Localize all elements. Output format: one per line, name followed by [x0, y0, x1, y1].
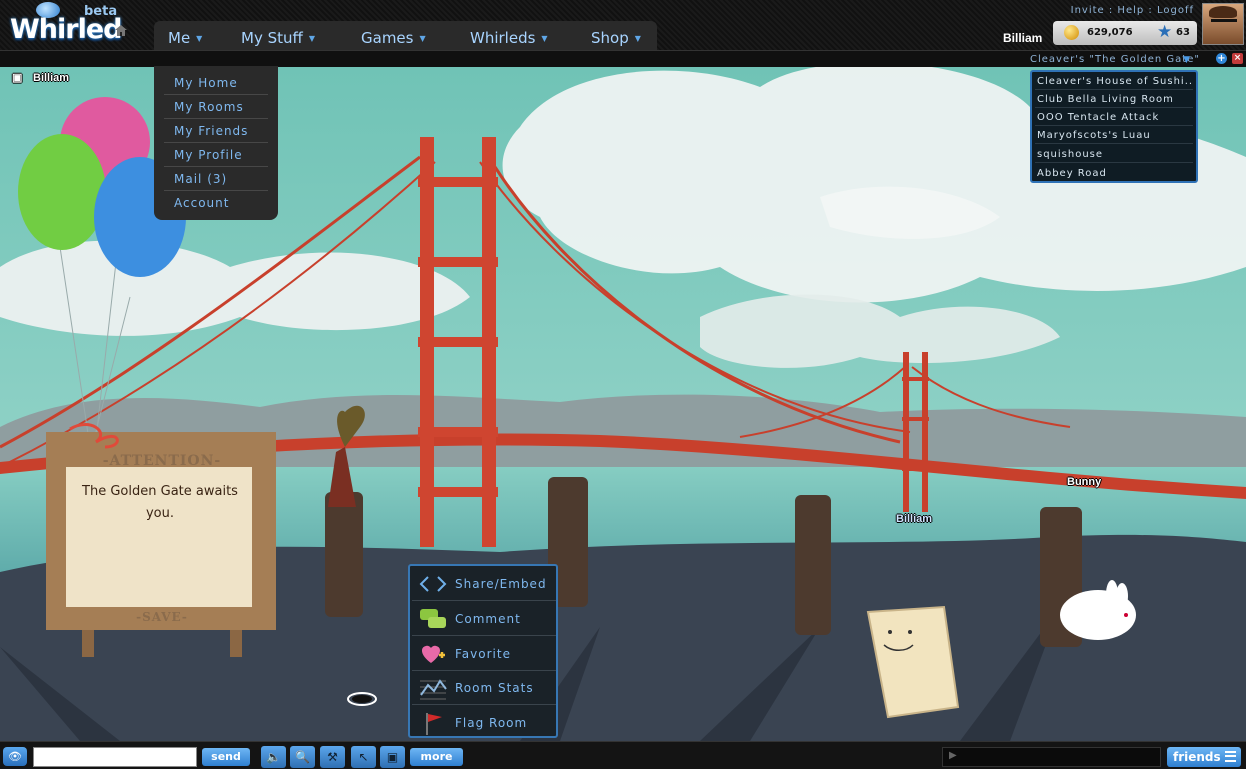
avatar-nameplate-billiam[interactable]: Billiam	[896, 513, 932, 525]
room-list-item[interactable]: squishouse	[1035, 146, 1193, 163]
avatar-glasses	[1211, 19, 1237, 24]
link-separator: :	[1144, 5, 1157, 16]
menu-item-account[interactable]: Account	[174, 196, 229, 210]
user-name[interactable]: Billiam	[1003, 31, 1042, 45]
nav-shop[interactable]: Shop ▼	[591, 29, 641, 47]
menu-divider	[164, 190, 268, 191]
nav-games[interactable]: Games ▼	[361, 29, 426, 47]
menu-item-my-rooms[interactable]: My Rooms	[174, 100, 244, 114]
camera-icon[interactable]: ▣	[380, 746, 405, 768]
menu-divider	[164, 142, 268, 143]
home-icon[interactable]	[114, 24, 128, 37]
nav-whirleds[interactable]: Whirleds ▼	[470, 29, 548, 47]
logo-beta-badge: beta	[84, 4, 118, 19]
menu-divider	[164, 166, 268, 167]
coin-icon	[1064, 25, 1079, 40]
logoff-link[interactable]: Logoff	[1157, 5, 1194, 16]
room-stats-label: Room Stats	[455, 681, 534, 695]
chat-history-bar[interactable]: ▶	[942, 747, 1161, 767]
nav-me-label: Me	[168, 29, 191, 47]
top-bar: Whirled beta Me ▼ My Stuff ▼ Games ▼ Whirle…	[0, 0, 1246, 50]
red-flag-icon	[426, 713, 442, 735]
chevron-down-icon: ▼	[196, 34, 203, 43]
avatar[interactable]	[1202, 3, 1244, 45]
invite-link[interactable]: Invite	[1071, 5, 1105, 16]
star-icon: ★	[1157, 22, 1173, 42]
bottom-control-bar: 👁 send 🔈 🔍 ⚒ ↖ ▣ more ▶ friends	[0, 741, 1246, 769]
chevron-down-icon: ▼	[419, 34, 426, 43]
sign-heading: -ATTENTION-	[102, 453, 222, 469]
chevron-down-icon: ▼	[634, 34, 641, 43]
top-links: Invite : Help : Logoff	[1071, 5, 1194, 16]
chat-mode-icon[interactable]: 👁	[3, 747, 27, 766]
sign-text: The Golden Gate awaits you.	[82, 484, 238, 521]
nav-games-label: Games	[361, 29, 414, 47]
chevron-down-icon: ▼	[541, 34, 548, 43]
whirled-logo[interactable]: Whirled beta	[6, 2, 126, 48]
menu-item-my-home[interactable]: My Home	[174, 76, 238, 90]
heart-plus-icon	[421, 645, 445, 663]
menu-item-mail[interactable]: Mail (3)	[174, 172, 227, 186]
volume-icon[interactable]: 🔈	[261, 746, 286, 768]
stats-chart-icon	[420, 679, 447, 700]
comment-item[interactable]: Comment	[412, 602, 556, 636]
room-title[interactable]: Cleaver's "The Golden Gate"	[1030, 54, 1200, 65]
favorite-item[interactable]: Favorite	[412, 637, 556, 671]
flag-room-label: Flag Room	[455, 716, 528, 730]
comment-label: Comment	[455, 612, 521, 626]
code-brackets-icon	[419, 576, 447, 592]
menu-divider	[164, 118, 268, 119]
friends-button[interactable]: friends	[1167, 747, 1241, 767]
level-value: 63	[1176, 27, 1190, 38]
play-arrow-icon: ▶	[949, 750, 957, 761]
corner-avatar-icon[interactable]: ▣	[12, 71, 22, 84]
cursor-icon[interactable]: ↖	[351, 746, 376, 768]
nav-me[interactable]: Me ▼	[168, 29, 202, 47]
menu-divider	[164, 94, 268, 95]
nav-my-stuff[interactable]: My Stuff ▼	[241, 29, 315, 47]
nav-shop-label: Shop	[591, 29, 629, 47]
sign-footer: -SAVE-	[136, 610, 188, 624]
room-list-item[interactable]: Cleaver's House of Sushi...	[1035, 73, 1193, 90]
menu-item-my-friends[interactable]: My Friends	[174, 124, 248, 138]
menu-item-my-profile[interactable]: My Profile	[174, 148, 243, 162]
recent-rooms-list: Cleaver's House of Sushi... Club Bella L…	[1030, 70, 1198, 183]
share-embed-label: Share/Embed	[455, 577, 547, 591]
me-dropdown-menu: My Home My Rooms My Friends My Profile M…	[154, 66, 278, 220]
more-button[interactable]: more	[410, 748, 463, 766]
corner-user-name[interactable]: Billiam	[33, 72, 69, 84]
flag-room-item[interactable]: Flag Room	[412, 706, 556, 740]
main-nav: Me ▼ My Stuff ▼ Games ▼ Whirleds ▼ Shop ▼	[154, 21, 657, 50]
help-link[interactable]: Help	[1117, 5, 1144, 16]
chat-input[interactable]	[33, 747, 197, 767]
comment-bubble-icon	[420, 609, 446, 628]
room-stats-item[interactable]: Room Stats	[412, 671, 556, 705]
room-list-item[interactable]: Club Bella Living Room	[1035, 91, 1193, 108]
close-icon[interactable]: ×	[1232, 53, 1243, 64]
friends-label: friends	[1173, 750, 1221, 764]
zoom-icon[interactable]: 🔍	[290, 746, 315, 768]
list-icon	[1225, 751, 1236, 762]
avatar-hair	[1209, 6, 1237, 18]
currency-level-panel: 629,076 ★ 63	[1053, 21, 1197, 45]
chevron-down-icon: ▼	[308, 34, 315, 43]
chevron-down-icon[interactable]: ▼	[1183, 55, 1190, 65]
whirled-window: Whirled beta Me ▼ My Stuff ▼ Games ▼ Whirle…	[0, 0, 1246, 769]
hammer-icon[interactable]: ⚒	[320, 746, 345, 768]
coin-count: 629,076	[1087, 27, 1133, 38]
room-list-item[interactable]: Maryofscots's Luau	[1035, 127, 1193, 144]
nav-whirleds-label: Whirleds	[470, 29, 536, 47]
favorite-label: Favorite	[455, 647, 511, 661]
share-embed-item[interactable]: Share/Embed	[412, 567, 556, 601]
link-separator: :	[1104, 5, 1118, 16]
plus-icon[interactable]: +	[1216, 53, 1227, 64]
avatar-nameplate-bunny[interactable]: Bunny	[1067, 476, 1101, 488]
room-list-item[interactable]: OOO Tentacle Attack	[1035, 109, 1193, 126]
room-strip: Cleaver's "The Golden Gate" ▼ + ×	[0, 50, 1246, 67]
send-button[interactable]: send	[202, 748, 250, 766]
nav-my-stuff-label: My Stuff	[241, 29, 303, 47]
room-list-item[interactable]: Abbey Road	[1035, 165, 1193, 182]
room-actions-menu: Share/Embed Comment Favorite Room Stats …	[408, 564, 558, 738]
